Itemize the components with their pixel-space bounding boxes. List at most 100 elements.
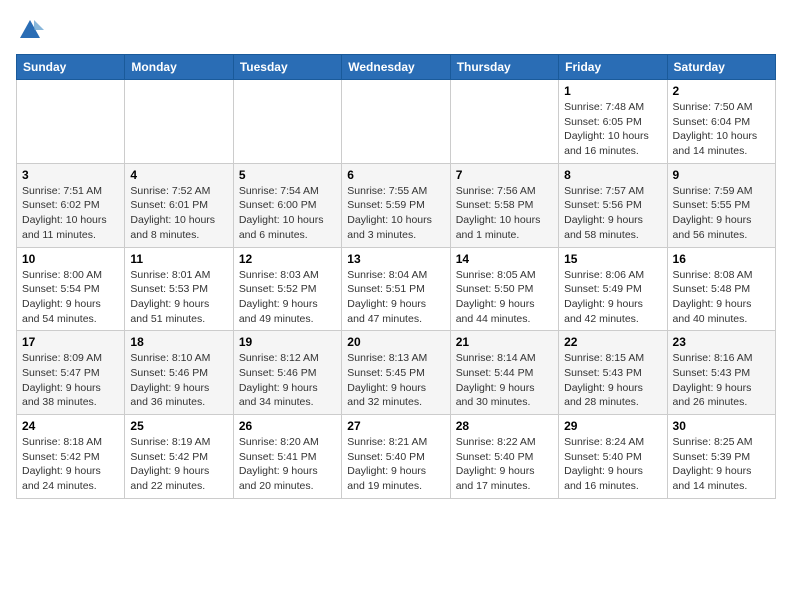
day-info: Sunrise: 7:52 AM Sunset: 6:01 PM Dayligh… <box>130 184 227 243</box>
day-number: 26 <box>239 419 336 433</box>
day-number: 13 <box>347 252 444 266</box>
day-info: Sunrise: 8:12 AM Sunset: 5:46 PM Dayligh… <box>239 351 336 410</box>
calendar-cell <box>450 80 558 164</box>
calendar-cell: 10 Sunrise: 8:00 AM Sunset: 5:54 PM Dayli… <box>17 247 125 331</box>
day-number: 9 <box>673 168 770 182</box>
calendar-cell: 28 Sunrise: 8:22 AM Sunset: 5:40 PM Dayli… <box>450 415 558 499</box>
day-info: Sunrise: 8:05 AM Sunset: 5:50 PM Dayligh… <box>456 268 553 327</box>
calendar-cell: 6 Sunrise: 7:55 AM Sunset: 5:59 PM Daylig… <box>342 163 450 247</box>
calendar-cell <box>125 80 233 164</box>
calendar-cell: 19 Sunrise: 8:12 AM Sunset: 5:46 PM Dayli… <box>233 331 341 415</box>
day-info: Sunrise: 8:10 AM Sunset: 5:46 PM Dayligh… <box>130 351 227 410</box>
calendar-cell <box>342 80 450 164</box>
day-info: Sunrise: 8:00 AM Sunset: 5:54 PM Dayligh… <box>22 268 119 327</box>
calendar-cell: 13 Sunrise: 8:04 AM Sunset: 5:51 PM Dayli… <box>342 247 450 331</box>
day-number: 17 <box>22 335 119 349</box>
day-number: 22 <box>564 335 661 349</box>
day-number: 3 <box>22 168 119 182</box>
day-number: 29 <box>564 419 661 433</box>
calendar-cell: 3 Sunrise: 7:51 AM Sunset: 6:02 PM Daylig… <box>17 163 125 247</box>
day-number: 12 <box>239 252 336 266</box>
day-number: 5 <box>239 168 336 182</box>
calendar-cell: 15Sunrise: 8:06 AM Sunset: 5:49 PM Dayli… <box>559 247 667 331</box>
calendar-header-thursday: Thursday <box>450 55 558 80</box>
calendar-cell: 5 Sunrise: 7:54 AM Sunset: 6:00 PM Daylig… <box>233 163 341 247</box>
day-info: Sunrise: 8:08 AM Sunset: 5:48 PM Dayligh… <box>673 268 770 327</box>
day-number: 1 <box>564 84 661 98</box>
day-info: Sunrise: 8:18 AM Sunset: 5:42 PM Dayligh… <box>22 435 119 494</box>
calendar-cell: 17 Sunrise: 8:09 AM Sunset: 5:47 PM Dayli… <box>17 331 125 415</box>
day-info: Sunrise: 7:50 AM Sunset: 6:04 PM Dayligh… <box>673 100 770 159</box>
day-number: 16 <box>673 252 770 266</box>
day-info: Sunrise: 7:59 AM Sunset: 5:55 PM Dayligh… <box>673 184 770 243</box>
day-number: 2 <box>673 84 770 98</box>
day-number: 21 <box>456 335 553 349</box>
logo <box>16 16 48 44</box>
calendar-cell: 8 Sunrise: 7:57 AM Sunset: 5:56 PM Daylig… <box>559 163 667 247</box>
day-number: 19 <box>239 335 336 349</box>
calendar-cell: 7 Sunrise: 7:56 AM Sunset: 5:58 PM Daylig… <box>450 163 558 247</box>
calendar-cell: 14 Sunrise: 8:05 AM Sunset: 5:50 PM Dayli… <box>450 247 558 331</box>
calendar-cell: 29 Sunrise: 8:24 AM Sunset: 5:40 PM Dayli… <box>559 415 667 499</box>
day-info: Sunrise: 8:06 AM Sunset: 5:49 PM Dayligh… <box>564 268 661 327</box>
day-number: 18 <box>130 335 227 349</box>
calendar-header-sunday: Sunday <box>17 55 125 80</box>
calendar-cell: 23 Sunrise: 8:16 AM Sunset: 5:43 PM Dayli… <box>667 331 775 415</box>
day-info: Sunrise: 8:01 AM Sunset: 5:53 PM Dayligh… <box>130 268 227 327</box>
calendar-cell: 2 Sunrise: 7:50 AM Sunset: 6:04 PM Daylig… <box>667 80 775 164</box>
logo-icon <box>16 16 44 44</box>
day-info: Sunrise: 7:56 AM Sunset: 5:58 PM Dayligh… <box>456 184 553 243</box>
day-info: Sunrise: 8:21 AM Sunset: 5:40 PM Dayligh… <box>347 435 444 494</box>
day-info: Sunrise: 7:51 AM Sunset: 6:02 PM Dayligh… <box>22 184 119 243</box>
calendar-cell: 16 Sunrise: 8:08 AM Sunset: 5:48 PM Dayli… <box>667 247 775 331</box>
day-number: 28 <box>456 419 553 433</box>
day-info: Sunrise: 8:13 AM Sunset: 5:45 PM Dayligh… <box>347 351 444 410</box>
day-info: Sunrise: 8:22 AM Sunset: 5:40 PM Dayligh… <box>456 435 553 494</box>
day-number: 23 <box>673 335 770 349</box>
calendar-cell <box>17 80 125 164</box>
day-info: Sunrise: 8:15 AM Sunset: 5:43 PM Dayligh… <box>564 351 661 410</box>
day-info: Sunrise: 8:03 AM Sunset: 5:52 PM Dayligh… <box>239 268 336 327</box>
day-number: 10 <box>22 252 119 266</box>
day-number: 7 <box>456 168 553 182</box>
calendar-cell: 26 Sunrise: 8:20 AM Sunset: 5:41 PM Dayli… <box>233 415 341 499</box>
calendar-cell: 20 Sunrise: 8:13 AM Sunset: 5:45 PM Dayli… <box>342 331 450 415</box>
calendar-cell: 25 Sunrise: 8:19 AM Sunset: 5:42 PM Dayli… <box>125 415 233 499</box>
calendar-cell: 4 Sunrise: 7:52 AM Sunset: 6:01 PM Daylig… <box>125 163 233 247</box>
calendar-table: SundayMondayTuesdayWednesdayThursdayFrid… <box>16 54 776 499</box>
day-number: 30 <box>673 419 770 433</box>
calendar-header-saturday: Saturday <box>667 55 775 80</box>
calendar-cell: 11 Sunrise: 8:01 AM Sunset: 5:53 PM Dayli… <box>125 247 233 331</box>
day-info: Sunrise: 8:24 AM Sunset: 5:40 PM Dayligh… <box>564 435 661 494</box>
calendar-cell: 22 Sunrise: 8:15 AM Sunset: 5:43 PM Dayli… <box>559 331 667 415</box>
day-info: Sunrise: 7:54 AM Sunset: 6:00 PM Dayligh… <box>239 184 336 243</box>
calendar-cell <box>233 80 341 164</box>
day-number: 20 <box>347 335 444 349</box>
day-info: Sunrise: 8:04 AM Sunset: 5:51 PM Dayligh… <box>347 268 444 327</box>
day-number: 25 <box>130 419 227 433</box>
day-info: Sunrise: 7:55 AM Sunset: 5:59 PM Dayligh… <box>347 184 444 243</box>
day-info: Sunrise: 8:20 AM Sunset: 5:41 PM Dayligh… <box>239 435 336 494</box>
day-info: Sunrise: 8:09 AM Sunset: 5:47 PM Dayligh… <box>22 351 119 410</box>
calendar-header-tuesday: Tuesday <box>233 55 341 80</box>
day-info: Sunrise: 8:19 AM Sunset: 5:42 PM Dayligh… <box>130 435 227 494</box>
day-info: Sunrise: 7:48 AM Sunset: 6:05 PM Dayligh… <box>564 100 661 159</box>
day-info: Sunrise: 7:57 AM Sunset: 5:56 PM Dayligh… <box>564 184 661 243</box>
page-header <box>16 16 776 44</box>
day-info: Sunrise: 8:16 AM Sunset: 5:43 PM Dayligh… <box>673 351 770 410</box>
calendar-cell: 30 Sunrise: 8:25 AM Sunset: 5:39 PM Dayli… <box>667 415 775 499</box>
calendar-cell: 21 Sunrise: 8:14 AM Sunset: 5:44 PM Dayli… <box>450 331 558 415</box>
day-number: 14 <box>456 252 553 266</box>
day-number: 8 <box>564 168 661 182</box>
calendar-cell: 18 Sunrise: 8:10 AM Sunset: 5:46 PM Dayli… <box>125 331 233 415</box>
calendar-cell: 12 Sunrise: 8:03 AM Sunset: 5:52 PM Dayli… <box>233 247 341 331</box>
day-info: Sunrise: 8:14 AM Sunset: 5:44 PM Dayligh… <box>456 351 553 410</box>
calendar-header-friday: Friday <box>559 55 667 80</box>
day-info: Sunrise: 8:25 AM Sunset: 5:39 PM Dayligh… <box>673 435 770 494</box>
day-number: 11 <box>130 252 227 266</box>
day-number: 24 <box>22 419 119 433</box>
calendar-cell: 1 Sunrise: 7:48 AM Sunset: 6:05 PM Daylig… <box>559 80 667 164</box>
day-number: 27 <box>347 419 444 433</box>
day-number: 6 <box>347 168 444 182</box>
day-number: 4 <box>130 168 227 182</box>
